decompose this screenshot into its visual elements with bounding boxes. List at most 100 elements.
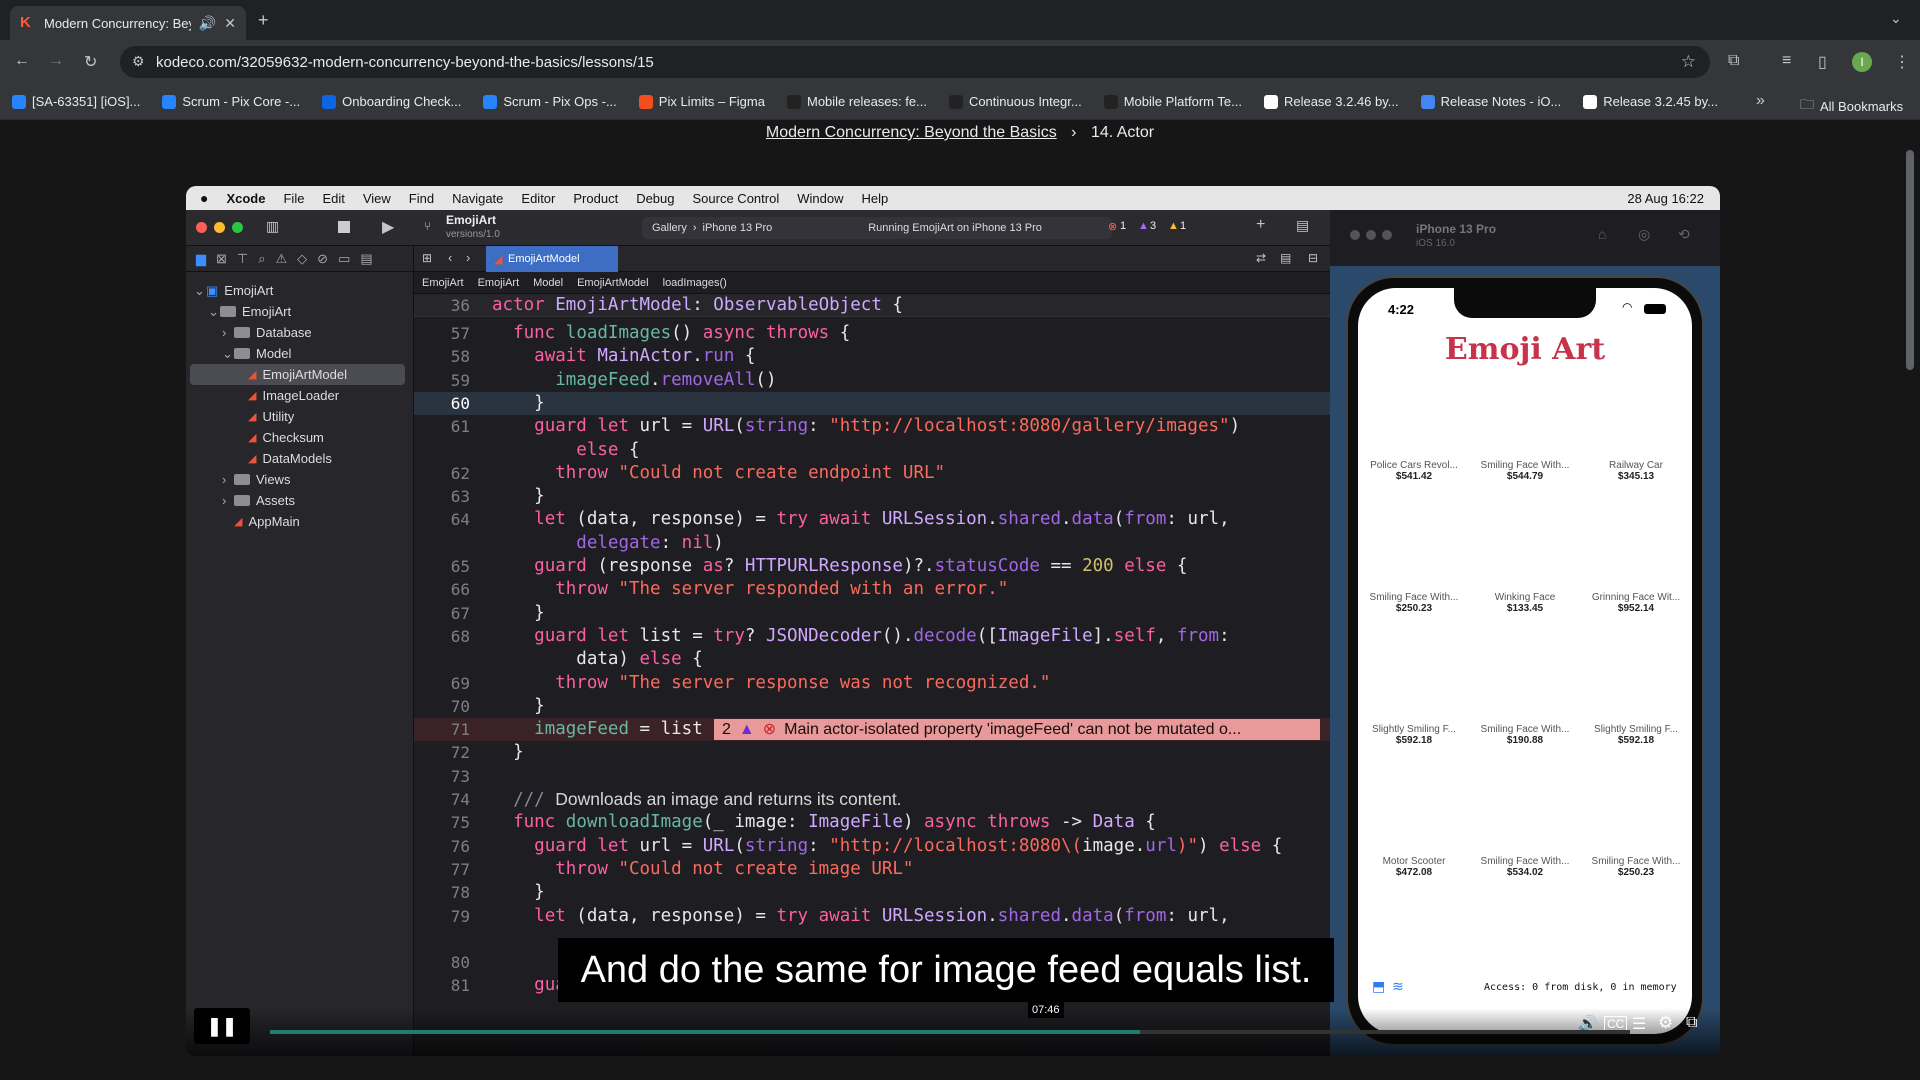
profile-avatar[interactable]: I	[1852, 52, 1872, 72]
navigator-item[interactable]: › Views	[186, 469, 413, 490]
bookmark-item[interactable]: [SA-63351] [iOS]...	[12, 94, 140, 109]
bookmark-item[interactable]: Pix Limits – Figma	[638, 94, 765, 109]
close-tab-icon[interactable]: ✕	[224, 15, 236, 32]
error-count-icon[interactable]: ⊗	[1108, 220, 1117, 233]
navigator-item[interactable]: ⌄ ▣ EmojiArt	[186, 280, 413, 301]
bookmark-star-icon[interactable]: ☆	[1681, 52, 1696, 72]
disclosure-icon[interactable]: ›	[222, 472, 234, 487]
bookmark-item[interactable]: Release Notes - iO...	[1420, 94, 1561, 109]
folder-navigator-icon[interactable]: ▆	[196, 251, 206, 267]
jump-bar-item[interactable]: Model	[533, 277, 563, 289]
page-scrollbar[interactable]	[1906, 150, 1914, 370]
scheme-name[interactable]: Gallery	[652, 222, 687, 234]
course-link[interactable]: Modern Concurrency: Beyond the Basics	[766, 124, 1057, 141]
inline-error-banner[interactable]: 2 ▲ ⊗ Main actor-isolated property 'imageFe…	[714, 719, 1320, 741]
disclosure-icon[interactable]: ›	[222, 325, 234, 340]
editor-tab-emojiartmodel[interactable]: ◢ EmojiArtModel	[486, 246, 618, 272]
mac-menu-item[interactable]: Navigate	[452, 191, 503, 206]
home-icon[interactable]: ⌂	[1598, 226, 1606, 242]
settings-gear-icon[interactable]: ⚙	[1658, 1013, 1673, 1033]
tab-search-icon[interactable]: ⌄	[1890, 10, 1902, 27]
navigator-item[interactable]: ◢ ImageLoader	[186, 385, 413, 406]
pause-button[interactable]: ❚❚	[194, 1008, 250, 1044]
navigator-item[interactable]: ◢ Utility	[186, 406, 413, 427]
iphone-screen[interactable]: 4:22 ◠ Emoji Art Police Cars Revol... $54…	[1358, 288, 1692, 1034]
emoji-grid-item[interactable]: Smiling Face With... $190.88	[1469, 724, 1581, 746]
disclosure-icon[interactable]: ⌄	[194, 283, 206, 299]
mac-menu-item[interactable]: Find	[409, 191, 434, 206]
back-nav-icon[interactable]: ‹	[448, 250, 452, 265]
emoji-grid-item[interactable]: Smiling Face With... $250.23	[1580, 856, 1692, 878]
emoji-grid-item[interactable]: Smiling Face With... $250.23	[1358, 592, 1470, 614]
screenshot-icon[interactable]: ◎	[1638, 226, 1650, 243]
progress-played[interactable]	[270, 1030, 1141, 1034]
source-control-icon[interactable]: ⊠	[216, 251, 227, 267]
navigator-item[interactable]: › Assets	[186, 490, 413, 511]
emoji-grid-item[interactable]: Police Cars Revol... $541.42	[1358, 460, 1470, 482]
sim-zoom-icon[interactable]	[1382, 230, 1392, 240]
transcript-icon[interactable]: ☰	[1632, 1014, 1646, 1034]
mac-menu-item[interactable]: Edit	[322, 191, 344, 206]
symbol-navigator-icon[interactable]: ⊤	[237, 251, 248, 267]
menu-kebab-icon[interactable]: ⋮	[1894, 52, 1910, 72]
picture-in-picture-icon[interactable]: ⧉	[1686, 1014, 1697, 1032]
emoji-grid-item[interactable]: Slightly Smiling F... $592.18	[1580, 724, 1692, 746]
navigator-item[interactable]: ◢ AppMain	[186, 511, 413, 532]
emoji-grid-item[interactable]: Railway Car $345.13	[1580, 460, 1692, 482]
video-player[interactable]: ● Xcode File Edit View Find Navigate Editor Pro…	[186, 186, 1720, 1056]
jump-bar-item[interactable]: EmojiArt	[422, 277, 464, 289]
side-panel-icon[interactable]: ▯	[1818, 52, 1827, 72]
navigator-item[interactable]: ◢ DataModels	[186, 448, 413, 469]
sim-close-icon[interactable]	[1350, 230, 1360, 240]
mac-menu-item[interactable]: Debug	[636, 191, 674, 206]
navigator-item[interactable]: ◢ EmojiArtModel	[190, 364, 405, 385]
clear-cache-icon[interactable]: ≋	[1392, 978, 1404, 995]
debug-navigator-icon[interactable]: ⊘	[317, 251, 328, 267]
mac-menu-item[interactable]: Editor	[521, 191, 555, 206]
navigator-item[interactable]: ⌄ Model	[186, 343, 413, 364]
editor-options-icon[interactable]: ▤	[1280, 251, 1291, 265]
breakpoint-navigator-icon[interactable]: ▭	[338, 251, 350, 267]
split-editor-icon[interactable]: ⊟	[1308, 251, 1318, 265]
mac-menu-item[interactable]: File	[283, 191, 304, 206]
mac-menu-item[interactable]: Window	[797, 191, 843, 206]
inspector-toggle-icon[interactable]: ▤	[1296, 217, 1309, 234]
progress-track[interactable]	[1140, 1030, 1630, 1034]
runtime-warning-icon[interactable]: ▲	[1138, 220, 1149, 232]
navigator-item[interactable]: › Database	[186, 322, 413, 343]
jump-bar-item[interactable]: EmojiArtModel	[577, 277, 649, 289]
run-destination[interactable]: iPhone 13 Pro	[703, 222, 773, 234]
emoji-grid-item[interactable]: Smiling Face With... $534.02	[1469, 856, 1581, 878]
mac-menu-item[interactable]: View	[363, 191, 391, 206]
test-navigator-icon[interactable]: ◇	[297, 251, 307, 267]
run-icon[interactable]: ▶	[382, 217, 394, 237]
disclosure-icon[interactable]: ⌄	[208, 304, 220, 320]
refresh-icon[interactable]: ⇄	[1256, 251, 1266, 265]
speaker-icon[interactable]: 🔊	[199, 15, 216, 32]
stop-icon[interactable]	[338, 221, 350, 233]
site-info-icon[interactable]: ⚙	[132, 53, 145, 70]
more-bookmarks-icon[interactable]: »	[1756, 92, 1765, 110]
extensions-icon[interactable]: ⧉	[1728, 52, 1739, 70]
warning-icon[interactable]: ▲	[1168, 220, 1179, 232]
bookmark-item[interactable]: Scrum - Pix Ops -...	[483, 94, 617, 109]
bookmark-item[interactable]: Scrum - Pix Core -...	[162, 94, 300, 109]
emoji-grid-item[interactable]: Slightly Smiling F... $592.18	[1358, 724, 1470, 746]
all-bookmarks[interactable]: 🗀 All Bookmarks	[1800, 94, 1903, 118]
bookmark-item[interactable]: Mobile Platform Te...	[1103, 94, 1242, 109]
navigator-item[interactable]: ⌄ EmojiArt	[186, 301, 413, 322]
add-icon[interactable]: +	[1256, 216, 1265, 234]
forward-nav-icon[interactable]: ›	[466, 250, 470, 265]
emoji-grid-item[interactable]: Motor Scooter $472.08	[1358, 856, 1470, 878]
navigator-item[interactable]: ◢ Checksum	[186, 427, 413, 448]
mac-menu-item[interactable]: Product	[573, 191, 618, 206]
jump-bar-item[interactable]: EmojiArt	[478, 277, 520, 289]
reload-icon[interactable]: ↻	[84, 52, 97, 72]
rotate-icon[interactable]: ⟲	[1678, 226, 1690, 243]
close-window-icon[interactable]	[196, 222, 207, 233]
zoom-window-icon[interactable]	[232, 222, 243, 233]
mac-menu-item[interactable]: Xcode	[226, 191, 265, 206]
bookmark-item[interactable]: Mobile releases: fe...	[786, 94, 927, 109]
disclosure-icon[interactable]: ›	[222, 493, 234, 508]
forward-icon[interactable]: →	[48, 52, 64, 70]
